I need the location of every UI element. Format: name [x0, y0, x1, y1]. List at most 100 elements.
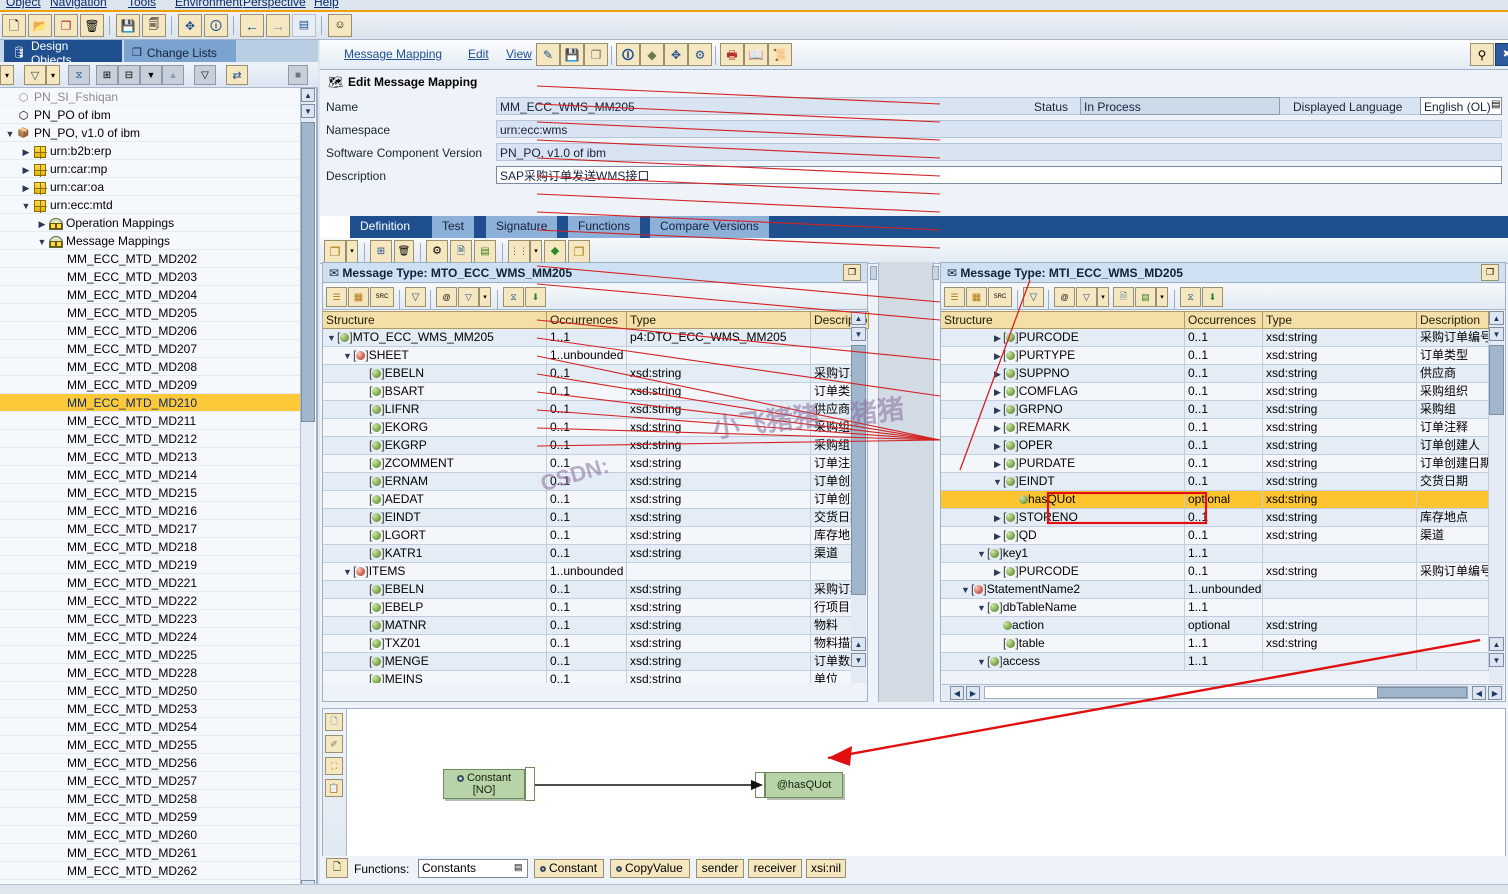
- history-icon[interactable]: 📜: [768, 43, 792, 66]
- structure-row[interactable]: ▶[]COMFLAG0..1xsd:string采购组织: [941, 383, 1489, 401]
- tree-item-mm-ecc-mtd-md262[interactable]: MM_ECC_MTD_MD262: [0, 862, 302, 880]
- structure-cell[interactable]: ▼[]ITEMS: [323, 563, 547, 581]
- show-filter-icon[interactable]: ▽: [1076, 287, 1097, 307]
- find-icon[interactable]: ⧖: [68, 65, 90, 85]
- tree-view-icon[interactable]: ☰: [326, 287, 347, 307]
- source-col-structure[interactable]: Structure: [323, 311, 547, 329]
- info-icon[interactable]: 🛈: [616, 43, 640, 66]
- structure-cell[interactable]: ▶[]GRPNO: [941, 401, 1185, 419]
- target-scroll-thumb[interactable]: [1489, 345, 1504, 415]
- tree-item-mm-ecc-mtd-md213[interactable]: MM_ECC_MTD_MD213: [0, 448, 302, 466]
- source-view-icon[interactable]: SRC: [988, 287, 1012, 307]
- function-page-icon[interactable]: 🗋: [326, 858, 348, 878]
- target-restore-icon[interactable]: ❐: [1481, 264, 1499, 281]
- hscroll-left2-icon[interactable]: ◀: [1472, 686, 1486, 700]
- filter-menu-icon[interactable]: ▾: [46, 65, 60, 85]
- tab-change-lists[interactable]: ❐ Change Lists: [124, 40, 236, 62]
- structure-row[interactable]: ▼[]key11..1: [941, 545, 1489, 563]
- structure-cell[interactable]: ▼[]EINDT: [941, 473, 1185, 491]
- structure-cell[interactable]: []ERNAM: [323, 473, 547, 491]
- structure-row[interactable]: []EBELN0..1xsd:string采购订单编号: [323, 581, 853, 599]
- structure-row[interactable]: ▼[]EINDT0..1xsd:string交货日期: [941, 473, 1489, 491]
- structure-cell[interactable]: []EINDT: [323, 509, 547, 527]
- new-icon[interactable]: 🗋: [2, 14, 26, 37]
- swcv-field[interactable]: PN_PO, v1.0 of ibm: [496, 143, 1502, 161]
- filter-doc-dropdown-icon[interactable]: ▾: [1156, 287, 1168, 307]
- chevron-right-icon[interactable]: ▶: [992, 456, 1003, 473]
- show-filter-dropdown-icon[interactable]: ▾: [479, 287, 491, 307]
- structure-row[interactable]: []KATR10..1xsd:string渠道: [323, 545, 853, 563]
- source-scroll-up2-icon[interactable]: ▲: [851, 637, 866, 651]
- chevron-down-icon[interactable]: ▼: [992, 474, 1003, 491]
- structure-cell[interactable]: ▶[]OPER: [941, 437, 1185, 455]
- chevron-down-icon[interactable]: ▼: [976, 654, 987, 671]
- export-icon[interactable]: ⬇: [525, 287, 546, 307]
- delete-icon[interactable]: 🗑: [394, 240, 414, 263]
- structure-cell[interactable]: []MENGE: [323, 653, 547, 671]
- structure-row[interactable]: ▶[]SUPPNO0..1xsd:string供应商: [941, 365, 1489, 383]
- chevron-right-icon[interactable]: ▶: [992, 384, 1003, 401]
- structure-row[interactable]: []EKGRP0..1xsd:string采购组: [323, 437, 853, 455]
- tree-item-mm-ecc-mtd-md222[interactable]: MM_ECC_MTD_MD222: [0, 592, 302, 610]
- chevron-right-icon[interactable]: ▶: [992, 348, 1003, 365]
- structure-row[interactable]: []MATNR0..1xsd:string物料: [323, 617, 853, 635]
- document-icon[interactable]: 🗎: [1113, 287, 1134, 307]
- structure-row[interactable]: []MEINS0..1xsd:string单位: [323, 671, 853, 683]
- source-scroll-down2-icon[interactable]: ▼: [851, 653, 866, 667]
- doc-icon[interactable]: 📖: [744, 43, 768, 66]
- source-col-type[interactable]: Type: [627, 311, 811, 329]
- chevron-right-icon[interactable]: ▶: [992, 366, 1003, 383]
- structure-cell[interactable]: []EKORG: [323, 419, 547, 437]
- settings-icon[interactable]: ⚙: [426, 240, 448, 263]
- tree-item-mm-ecc-mtd-md212[interactable]: MM_ECC_MTD_MD212: [0, 430, 302, 448]
- grid-view-icon[interactable]: ▦: [348, 287, 369, 307]
- filter-icon[interactable]: ▽: [1023, 287, 1044, 307]
- edit-icon[interactable]: ✎: [536, 43, 560, 66]
- help-icon[interactable]: 🛈: [204, 14, 228, 37]
- tree-scroll-up-icon[interactable]: ▲: [301, 88, 315, 102]
- chevron-down-icon[interactable]: ▼: [976, 600, 987, 617]
- target-col-occurrences[interactable]: Occurrences: [1185, 311, 1263, 329]
- structure-row[interactable]: ▼[]ITEMS1..unbounded: [323, 563, 853, 581]
- object-tree[interactable]: ⬡PN_SI_Fshiqan⬡PN_PO of ibm▼📦PN_PO, v1.0…: [0, 88, 302, 894]
- structure-cell[interactable]: ▼[]dbTableName: [941, 599, 1185, 617]
- target-scroll-down-icon[interactable]: ▼: [1489, 327, 1504, 341]
- tree-item-urn-b2b-erp[interactable]: ▶urn:b2b:erp: [0, 142, 302, 160]
- structure-cell[interactable]: ▶[]QD: [941, 527, 1185, 545]
- filter-icon[interactable]: ▽: [405, 287, 426, 307]
- structure-cell[interactable]: []ZCOMMENT: [323, 455, 547, 473]
- structure-cell[interactable]: ▼[]MTO_ECC_WMS_MM205: [323, 329, 547, 347]
- where-used-icon[interactable]: ✥: [664, 43, 688, 66]
- structure-row[interactable]: ▶[]QD0..1xsd:string渠道: [941, 527, 1489, 545]
- editor-menu-view[interactable]: View: [506, 47, 532, 61]
- language-select[interactable]: English (OL): [1420, 97, 1502, 115]
- tree-scrollbar[interactable]: ▲ ▼ ▲: [300, 88, 314, 894]
- structure-row[interactable]: ▶[]PURCODE0..1xsd:string采购订单编号: [941, 563, 1489, 581]
- source-collapse-handle[interactable]: [870, 266, 877, 280]
- copy-icon[interactable]: ❐: [54, 14, 78, 37]
- tree-item-mm-ecc-mtd-md204[interactable]: MM_ECC_MTD_MD204: [0, 286, 302, 304]
- tree-item-mm-ecc-mtd-md261[interactable]: MM_ECC_MTD_MD261: [0, 844, 302, 862]
- structure-cell[interactable]: []LIFNR: [323, 401, 547, 419]
- tree-item-mm-ecc-mtd-md254[interactable]: MM_ECC_MTD_MD254: [0, 718, 302, 736]
- attributes-icon[interactable]: @: [1054, 287, 1075, 307]
- structure-cell[interactable]: action: [941, 617, 1185, 635]
- structure-row[interactable]: ▶[]PURDATE0..1xsd:string订单创建日期: [941, 455, 1489, 473]
- tree-item-urn-car-mp[interactable]: ▶urn:car:mp: [0, 160, 302, 178]
- pin-icon[interactable]: ⚲: [1470, 43, 1494, 66]
- save-icon[interactable]: 💾: [116, 14, 140, 37]
- structure-row[interactable]: actionoptionalxsd:string: [941, 617, 1489, 635]
- chevron-down-icon[interactable]: ▼: [342, 348, 353, 365]
- source-scroll-up-icon[interactable]: ▲: [851, 311, 866, 325]
- funnel-icon[interactable]: ▽: [194, 65, 216, 85]
- tree-item-mm-ecc-mtd-md228[interactable]: MM_ECC_MTD_MD228: [0, 664, 302, 682]
- chevron-right-icon[interactable]: ▶: [992, 402, 1003, 419]
- function-button-copyvalue[interactable]: CopyValue: [610, 859, 690, 878]
- structure-row[interactable]: ▼[]dbTableName1..1: [941, 599, 1489, 617]
- tree-item-pn-si-fshiqan[interactable]: ⬡PN_SI_Fshiqan: [0, 88, 302, 106]
- tree-item-mm-ecc-mtd-md208[interactable]: MM_ECC_MTD_MD208: [0, 358, 302, 376]
- structure-row[interactable]: []table1..1xsd:string: [941, 635, 1489, 653]
- menu-navigation[interactable]: Navigation: [50, 0, 107, 9]
- print-icon[interactable]: 🖶: [720, 43, 744, 66]
- structure-cell[interactable]: []MEINS: [323, 671, 547, 683]
